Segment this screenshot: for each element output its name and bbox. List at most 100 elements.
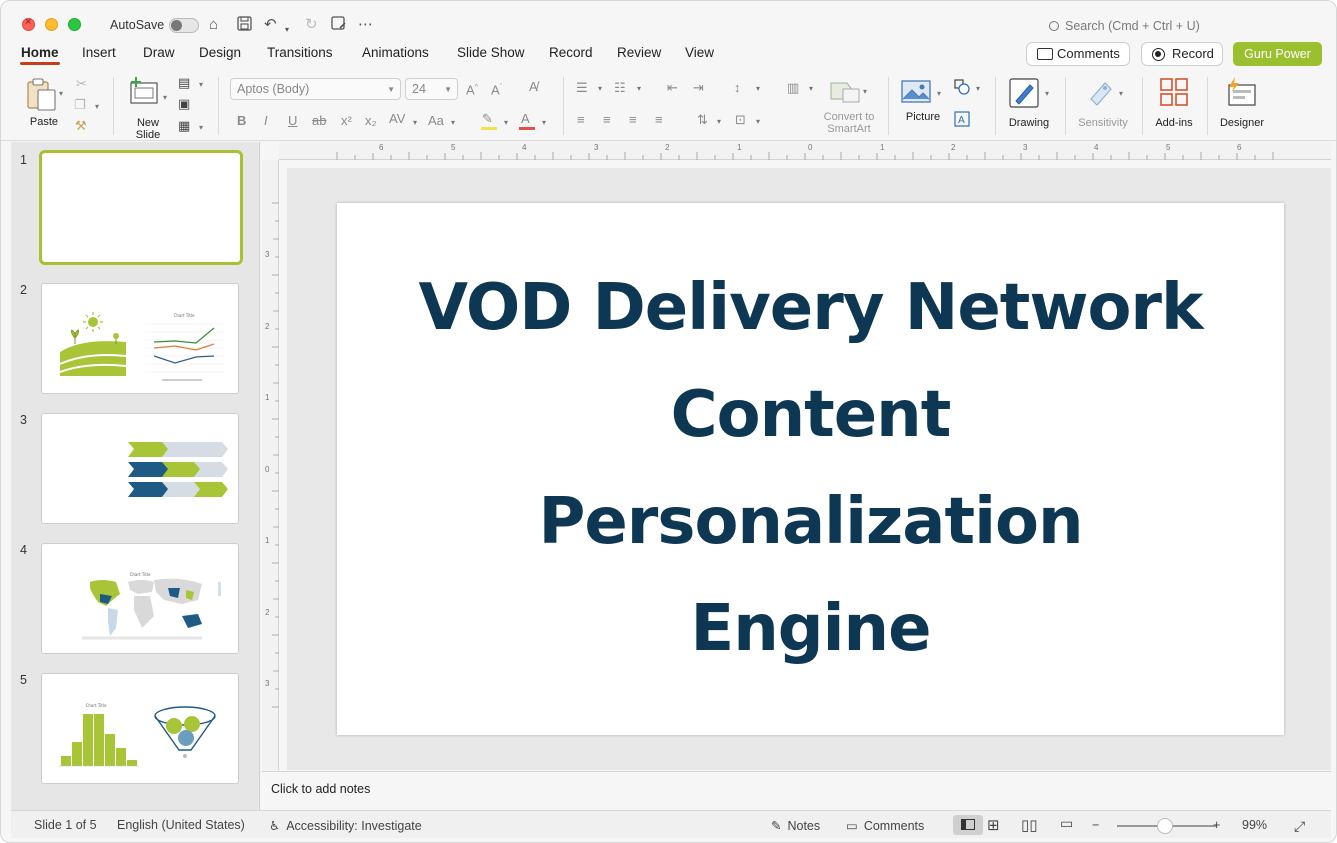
- clear-formatting-icon[interactable]: A̸: [529, 80, 538, 94]
- convert-to-smartart-button[interactable]: ▾ Convert to SmartArt: [819, 77, 879, 137]
- slide-thumbnails-panel[interactable]: 1 2 Chart Title 3 4 Chart Title 5 Chart …: [11, 142, 260, 810]
- highlight-icon[interactable]: ✎: [481, 112, 497, 130]
- slide-title-textbox[interactable]: VOD Delivery Network Content Personaliza…: [337, 255, 1284, 683]
- shapes-icon[interactable]: [954, 79, 970, 98]
- numbering-icon[interactable]: ☷: [614, 81, 626, 95]
- slide-show-icon[interactable]: ▭: [1060, 815, 1073, 832]
- justify-icon[interactable]: ≡: [655, 113, 663, 127]
- tab-record[interactable]: Record: [549, 45, 593, 60]
- undo-dropdown-icon[interactable]: ▾: [285, 21, 289, 39]
- minimize-window-button[interactable]: [45, 18, 58, 31]
- subscript-icon[interactable]: x₂: [365, 114, 377, 128]
- guru-power-button[interactable]: Guru Power: [1233, 42, 1322, 66]
- line-spacing-dropdown-icon[interactable]: ▾: [756, 84, 760, 93]
- decrease-font-size-icon[interactable]: Aˇ: [491, 81, 502, 97]
- drawing-button[interactable]: ▾ Drawing: [1006, 75, 1054, 131]
- increase-font-size-icon[interactable]: A^: [466, 81, 478, 97]
- font-size-dropdown[interactable]: 24 ▼: [405, 78, 458, 100]
- comments-toggle-button[interactable]: ▭ Comments: [846, 818, 924, 833]
- font-name-dropdown[interactable]: Aptos (Body) ▼: [230, 78, 401, 100]
- reading-view-icon[interactable]: ▯▯: [1021, 816, 1038, 834]
- numbering-dropdown-icon[interactable]: ▾: [637, 84, 641, 93]
- reset-slide-icon[interactable]: ▣: [178, 97, 190, 111]
- superscript-icon[interactable]: x²: [341, 114, 352, 128]
- slide-thumbnail-4[interactable]: Chart Title: [41, 543, 239, 654]
- shapes-dropdown-icon[interactable]: ▾: [976, 84, 980, 93]
- paste-dropdown-icon[interactable]: ▾: [59, 89, 63, 98]
- tab-design[interactable]: Design: [199, 45, 241, 60]
- zoom-level[interactable]: 99%: [1242, 818, 1267, 832]
- tab-insert[interactable]: Insert: [82, 45, 116, 60]
- autosave-toggle[interactable]: [169, 18, 199, 33]
- tab-view[interactable]: View: [685, 45, 714, 60]
- section-dropdown-icon[interactable]: ▾: [199, 123, 203, 132]
- align-text-dropdown-icon[interactable]: ▾: [756, 117, 760, 126]
- font-color-dropdown-icon[interactable]: ▾: [542, 118, 546, 127]
- decrease-indent-icon[interactable]: ⇤: [667, 81, 678, 95]
- align-right-icon[interactable]: ≡: [629, 113, 637, 127]
- zoom-in-icon[interactable]: +: [1213, 818, 1220, 832]
- current-slide[interactable]: VOD Delivery Network Content Personaliza…: [337, 203, 1284, 735]
- home-icon[interactable]: ⌂: [209, 16, 218, 34]
- text-direction-icon[interactable]: ⇅: [697, 113, 708, 127]
- underline-icon[interactable]: U: [288, 114, 297, 128]
- format-painter-icon[interactable]: ⚒: [75, 119, 87, 133]
- tab-transitions[interactable]: Transitions: [267, 45, 333, 60]
- tab-review[interactable]: Review: [617, 45, 661, 60]
- picture-button[interactable]: ▾ Picture: [899, 77, 947, 129]
- character-spacing-icon[interactable]: AV: [389, 112, 405, 126]
- columns-icon[interactable]: ▥: [787, 81, 799, 95]
- bold-icon[interactable]: B: [237, 114, 246, 128]
- align-text-icon[interactable]: ⊡: [735, 113, 746, 127]
- copy-dropdown-icon[interactable]: ▾: [95, 102, 99, 111]
- new-slide-button[interactable]: ▾ New Slide: [125, 75, 171, 141]
- text-box-icon[interactable]: A: [954, 111, 970, 130]
- tab-slide-show[interactable]: Slide Show: [457, 45, 525, 60]
- cut-icon[interactable]: ✂: [76, 77, 87, 91]
- change-case-icon[interactable]: Aa: [428, 114, 444, 128]
- zoom-window-button[interactable]: [68, 18, 81, 31]
- slide-thumbnail-5[interactable]: Chart Title: [41, 673, 239, 784]
- slide-sorter-icon[interactable]: ⊞: [987, 816, 1000, 834]
- section-icon[interactable]: ▦: [178, 119, 190, 133]
- tab-animations[interactable]: Animations: [362, 45, 429, 60]
- tab-home[interactable]: Home: [20, 45, 60, 65]
- close-window-button[interactable]: [22, 16, 35, 31]
- align-center-icon[interactable]: ≡: [603, 113, 611, 127]
- align-left-icon[interactable]: ≡: [577, 113, 585, 127]
- italic-icon[interactable]: I: [264, 114, 268, 128]
- paste-button[interactable]: ▾ Paste: [23, 75, 67, 129]
- bullets-icon[interactable]: ☰: [576, 81, 588, 95]
- comments-button[interactable]: Comments: [1026, 42, 1130, 66]
- normal-view-button[interactable]: [953, 815, 983, 835]
- character-spacing-dropdown-icon[interactable]: ▾: [413, 118, 417, 127]
- change-case-dropdown-icon[interactable]: ▾: [451, 118, 455, 127]
- increase-indent-icon[interactable]: ⇥: [693, 81, 704, 95]
- slide-thumbnail-2[interactable]: Chart Title: [41, 283, 239, 394]
- slide-thumbnail-3[interactable]: [41, 413, 239, 524]
- save-as-icon[interactable]: [331, 16, 347, 36]
- fit-to-window-icon[interactable]: ⤢: [1294, 818, 1305, 835]
- save-icon[interactable]: [237, 16, 252, 36]
- layout-icon[interactable]: ▤: [178, 76, 190, 90]
- text-direction-dropdown-icon[interactable]: ▾: [717, 117, 721, 126]
- undo-icon[interactable]: ↶: [264, 16, 277, 34]
- record-button[interactable]: Record: [1141, 42, 1223, 66]
- new-slide-dropdown-icon[interactable]: ▾: [163, 93, 167, 102]
- add-ins-button[interactable]: Add-ins: [1151, 75, 1197, 131]
- highlight-dropdown-icon[interactable]: ▾: [504, 118, 508, 127]
- zoom-out-icon[interactable]: −: [1092, 818, 1099, 832]
- tab-draw[interactable]: Draw: [143, 45, 175, 60]
- line-spacing-icon[interactable]: ↕: [734, 81, 741, 95]
- notes-pane[interactable]: Click to add notes: [262, 771, 1331, 810]
- columns-dropdown-icon[interactable]: ▾: [809, 84, 813, 93]
- sensitivity-button[interactable]: ▾ Sensitivity: [1073, 75, 1133, 131]
- redo-icon[interactable]: ↻: [305, 16, 318, 34]
- strikethrough-icon[interactable]: ab: [312, 114, 326, 128]
- notes-toggle-button[interactable]: ✎ Notes: [771, 818, 820, 833]
- designer-button[interactable]: Designer: [1215, 75, 1269, 131]
- bullets-dropdown-icon[interactable]: ▾: [598, 84, 602, 93]
- layout-dropdown-icon[interactable]: ▾: [199, 80, 203, 89]
- copy-icon[interactable]: ❐: [74, 98, 86, 112]
- search-box[interactable]: Search (Cmd + Ctrl + U): [1049, 19, 1200, 33]
